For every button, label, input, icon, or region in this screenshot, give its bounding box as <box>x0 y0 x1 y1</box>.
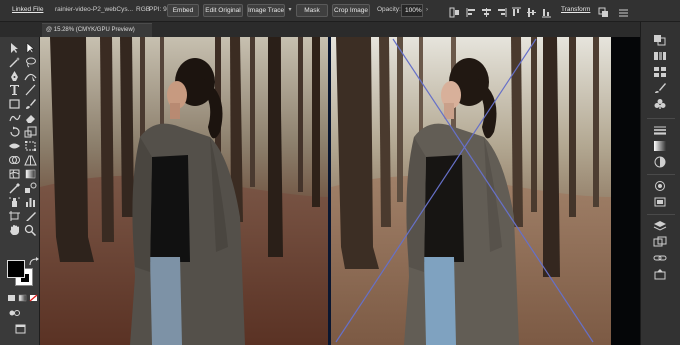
horizontal-align-icon[interactable] <box>466 5 477 17</box>
direct-selection-tool-icon[interactable] <box>24 42 37 54</box>
symbol-sprayer-tool-icon[interactable] <box>8 196 21 208</box>
swatches-icon[interactable] <box>653 66 667 78</box>
screen-mode-icon[interactable] <box>14 323 27 335</box>
pen-tool-icon[interactable] <box>8 70 21 82</box>
edit-original-button[interactable]: Edit Original <box>203 4 243 17</box>
control-bar: Linked File rainier-video-P2_webCys... R… <box>0 0 680 22</box>
mesh-tool-icon[interactable] <box>8 168 21 180</box>
free-transform-tool-icon[interactable] <box>24 140 37 152</box>
fill-color-swatch[interactable] <box>7 260 25 278</box>
photo-artboard-edited[interactable] <box>331 37 611 345</box>
image-trace-button[interactable]: Image Trace <box>247 4 285 17</box>
top-align-icon[interactable] <box>511 5 522 16</box>
export-icon[interactable] <box>653 268 667 280</box>
selection-tool-icon[interactable] <box>8 42 21 54</box>
rectangle-tool-icon[interactable] <box>8 98 21 110</box>
center-align-icon[interactable] <box>481 5 492 17</box>
linked-file-link[interactable]: Linked File <box>12 6 43 13</box>
pasteboard <box>611 37 640 345</box>
canvas-area[interactable] <box>40 37 640 345</box>
vertical-center-align-icon[interactable] <box>526 5 537 17</box>
perspective-grid-tool-icon[interactable] <box>24 154 37 166</box>
none-mode-icon[interactable] <box>27 292 40 304</box>
opacity-dropdown-icon[interactable]: › <box>423 4 431 17</box>
width-tool-icon[interactable] <box>8 140 21 152</box>
opacity-input[interactable]: 100% <box>401 4 423 17</box>
curvature-tool-icon[interactable] <box>24 70 37 82</box>
lasso-tool-icon[interactable] <box>24 56 37 68</box>
brushes-icon[interactable] <box>653 82 667 94</box>
embed-button[interactable]: Embed <box>167 4 199 17</box>
crop-image-button[interactable]: Crop Image <box>332 4 370 17</box>
color-guide-icon[interactable] <box>653 50 667 62</box>
shape-builder-tool-icon[interactable] <box>8 154 21 166</box>
line-tool-icon[interactable] <box>24 84 37 96</box>
artboard-tool-icon[interactable] <box>8 210 21 222</box>
zoom-tool-icon[interactable] <box>24 224 37 236</box>
shaper-tool-icon[interactable] <box>8 112 21 124</box>
eraser-tool-icon[interactable] <box>24 112 37 124</box>
right-align-icon[interactable] <box>496 5 507 17</box>
gradient-icon[interactable] <box>653 140 667 152</box>
panel-dock <box>640 22 680 345</box>
arrange-icon[interactable] <box>598 5 609 17</box>
symbols-icon[interactable] <box>653 98 667 110</box>
bottom-align-icon[interactable] <box>541 5 552 18</box>
slice-tool-icon[interactable] <box>24 210 37 222</box>
color-icon[interactable] <box>653 34 667 46</box>
links-icon[interactable] <box>653 252 667 264</box>
align-icon[interactable] <box>449 5 460 18</box>
file-name: rainier-video-P2_webCys... <box>55 6 133 13</box>
panel-separator <box>647 214 675 215</box>
blend-tool-icon[interactable] <box>24 182 37 194</box>
scale-tool-icon[interactable] <box>24 126 37 138</box>
hand-tool-icon[interactable] <box>8 224 21 236</box>
panel-menu-icon[interactable] <box>618 5 629 17</box>
appearance-icon[interactable] <box>653 180 667 192</box>
transparency-icon[interactable] <box>653 156 667 168</box>
draw-mode-icon[interactable] <box>8 307 21 319</box>
graphic-styles-icon[interactable] <box>653 196 667 208</box>
artboards-icon[interactable] <box>653 236 667 248</box>
color-mode: RGB <box>136 6 151 13</box>
column-graph-tool-icon[interactable] <box>24 196 37 208</box>
magic-wand-tool-icon[interactable] <box>8 56 21 68</box>
panel-separator <box>647 118 675 119</box>
rotate-tool-icon[interactable] <box>8 126 21 138</box>
document-tab[interactable]: @ 15.28% (CMYK/GPU Preview) <box>42 23 152 37</box>
photo-artboard-original[interactable] <box>40 37 328 345</box>
gradient-tool-icon[interactable] <box>24 168 37 180</box>
layers-icon[interactable] <box>653 220 667 232</box>
image-trace-dropdown-icon[interactable]: ▾ <box>286 4 294 17</box>
type-tool-icon[interactable] <box>8 84 21 96</box>
stroke-icon[interactable] <box>653 124 667 136</box>
opacity-label: Opacity: <box>377 6 401 13</box>
document-tab-bar: @ 15.28% (CMYK/GPU Preview) <box>40 22 640 37</box>
mask-button[interactable]: Mask <box>296 4 328 17</box>
eyedropper-tool-icon[interactable] <box>8 182 21 194</box>
transform-link[interactable]: Transform <box>561 6 590 13</box>
paintbrush-tool-icon[interactable] <box>24 98 37 110</box>
panel-separator <box>647 174 675 175</box>
tools-panel <box>0 37 40 345</box>
